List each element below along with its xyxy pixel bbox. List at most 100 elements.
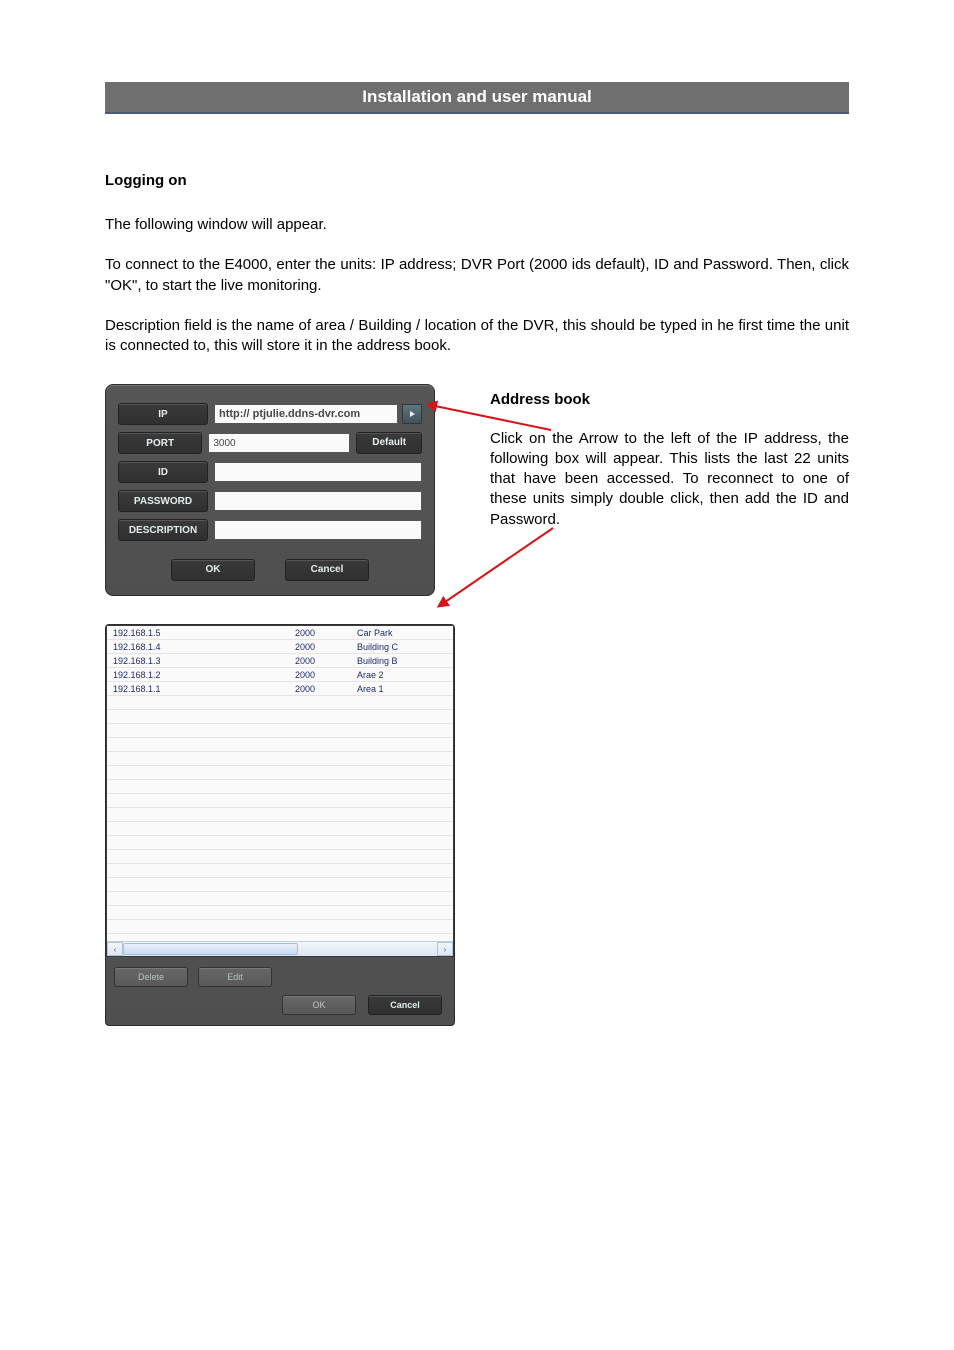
address-cell-port: 2000 — [289, 668, 351, 682]
address-cell-empty — [289, 906, 351, 920]
address-row[interactable] — [107, 906, 453, 920]
login-dialog: IP PORT Default ID — [105, 384, 435, 596]
address-row[interactable] — [107, 794, 453, 808]
address-row[interactable] — [107, 752, 453, 766]
password-label: PASSWORD — [118, 490, 208, 512]
description-input[interactable] — [214, 520, 422, 540]
scroll-thumb[interactable] — [123, 943, 298, 955]
address-cell-port: 2000 — [289, 640, 351, 654]
address-cell-ip: 192.168.1.5 — [107, 626, 289, 640]
address-row[interactable]: 192.168.1.22000Arae 2 — [107, 668, 453, 682]
default-button[interactable]: Default — [356, 432, 422, 454]
address-cancel-button[interactable]: Cancel — [368, 995, 442, 1015]
port-input[interactable] — [208, 433, 350, 453]
address-cell-empty — [351, 766, 453, 780]
address-row[interactable] — [107, 780, 453, 794]
address-cell-empty — [289, 878, 351, 892]
address-cell-empty — [351, 850, 453, 864]
address-cell-empty — [107, 752, 289, 766]
address-cell-empty — [289, 752, 351, 766]
address-cell-empty — [289, 892, 351, 906]
port-label: PORT — [118, 432, 202, 454]
address-cell-empty — [107, 892, 289, 906]
address-row[interactable] — [107, 878, 453, 892]
address-row[interactable]: 192.168.1.42000Building C — [107, 640, 453, 654]
address-cell-empty — [351, 906, 453, 920]
password-input[interactable] — [214, 491, 422, 511]
address-cell-desc: Building C — [351, 640, 453, 654]
scroll-left-button[interactable]: ‹ — [107, 942, 123, 956]
address-ok-button[interactable]: OK — [282, 995, 356, 1015]
address-cell-empty — [289, 738, 351, 752]
address-cell-desc: Building B — [351, 654, 453, 668]
address-cell-empty — [289, 864, 351, 878]
address-row[interactable] — [107, 710, 453, 724]
address-cell-desc: Arae 2 — [351, 668, 453, 682]
address-cell-empty — [351, 710, 453, 724]
section-heading: Logging on — [105, 172, 849, 189]
address-row[interactable] — [107, 822, 453, 836]
id-input[interactable] — [214, 462, 422, 482]
address-cell-ip: 192.168.1.4 — [107, 640, 289, 654]
address-cell-empty — [289, 710, 351, 724]
address-row[interactable] — [107, 864, 453, 878]
address-cell-empty — [351, 822, 453, 836]
address-cell-empty — [107, 920, 289, 934]
address-book-arrow-button[interactable] — [402, 404, 422, 424]
intro-paragraph-1: The following window will appear. — [105, 215, 849, 235]
horizontal-scrollbar[interactable]: ‹ › — [107, 941, 453, 956]
address-cell-empty — [107, 808, 289, 822]
intro-paragraph-2: To connect to the E4000, enter the units… — [105, 255, 849, 296]
address-cell-empty — [107, 780, 289, 794]
address-cell-empty — [107, 878, 289, 892]
address-row[interactable] — [107, 696, 453, 710]
address-row[interactable]: 192.168.1.12000Area 1 — [107, 682, 453, 696]
scroll-right-button[interactable]: › — [437, 942, 453, 956]
address-cell-empty — [107, 738, 289, 752]
address-row[interactable] — [107, 724, 453, 738]
address-cell-empty — [351, 780, 453, 794]
address-cell-port: 2000 — [289, 626, 351, 640]
address-cell-empty — [351, 794, 453, 808]
address-cell-empty — [107, 710, 289, 724]
address-row[interactable] — [107, 738, 453, 752]
address-cell-desc: Area 1 — [351, 682, 453, 696]
address-row[interactable] — [107, 850, 453, 864]
address-row[interactable]: 192.168.1.32000Building B — [107, 654, 453, 668]
address-cell-empty — [351, 892, 453, 906]
address-row[interactable] — [107, 808, 453, 822]
address-cell-empty — [351, 724, 453, 738]
ip-input[interactable] — [214, 404, 398, 424]
address-book-dialog: 192.168.1.52000Car Park192.168.1.42000Bu… — [105, 624, 455, 1026]
address-row[interactable] — [107, 836, 453, 850]
address-cell-empty — [351, 920, 453, 934]
address-cell-empty — [107, 724, 289, 738]
address-cell-empty — [289, 850, 351, 864]
address-cell-empty — [351, 878, 453, 892]
address-cell-port: 2000 — [289, 654, 351, 668]
address-cell-empty — [107, 836, 289, 850]
address-cell-empty — [289, 724, 351, 738]
login-cancel-button[interactable]: Cancel — [285, 559, 369, 581]
address-edit-button[interactable]: Edit — [198, 967, 272, 987]
address-row[interactable] — [107, 920, 453, 934]
address-book-description: Click on the Arrow to the left of the IP… — [490, 429, 849, 530]
address-cell-ip: 192.168.1.3 — [107, 654, 289, 668]
address-list[interactable]: 192.168.1.52000Car Park192.168.1.42000Bu… — [106, 625, 454, 957]
address-cell-port: 2000 — [289, 682, 351, 696]
address-cell-empty — [289, 808, 351, 822]
address-row[interactable]: 192.168.1.52000Car Park — [107, 626, 453, 640]
address-row[interactable] — [107, 892, 453, 906]
address-delete-button[interactable]: Delete — [114, 967, 188, 987]
address-row[interactable] — [107, 766, 453, 780]
description-label: DESCRIPTION — [118, 519, 208, 541]
address-cell-ip: 192.168.1.1 — [107, 682, 289, 696]
address-cell-empty — [289, 920, 351, 934]
address-cell-empty — [351, 808, 453, 822]
address-cell-empty — [289, 696, 351, 710]
address-cell-ip: 192.168.1.2 — [107, 668, 289, 682]
address-cell-empty — [289, 836, 351, 850]
login-ok-button[interactable]: OK — [171, 559, 255, 581]
address-cell-empty — [107, 850, 289, 864]
address-cell-empty — [351, 738, 453, 752]
